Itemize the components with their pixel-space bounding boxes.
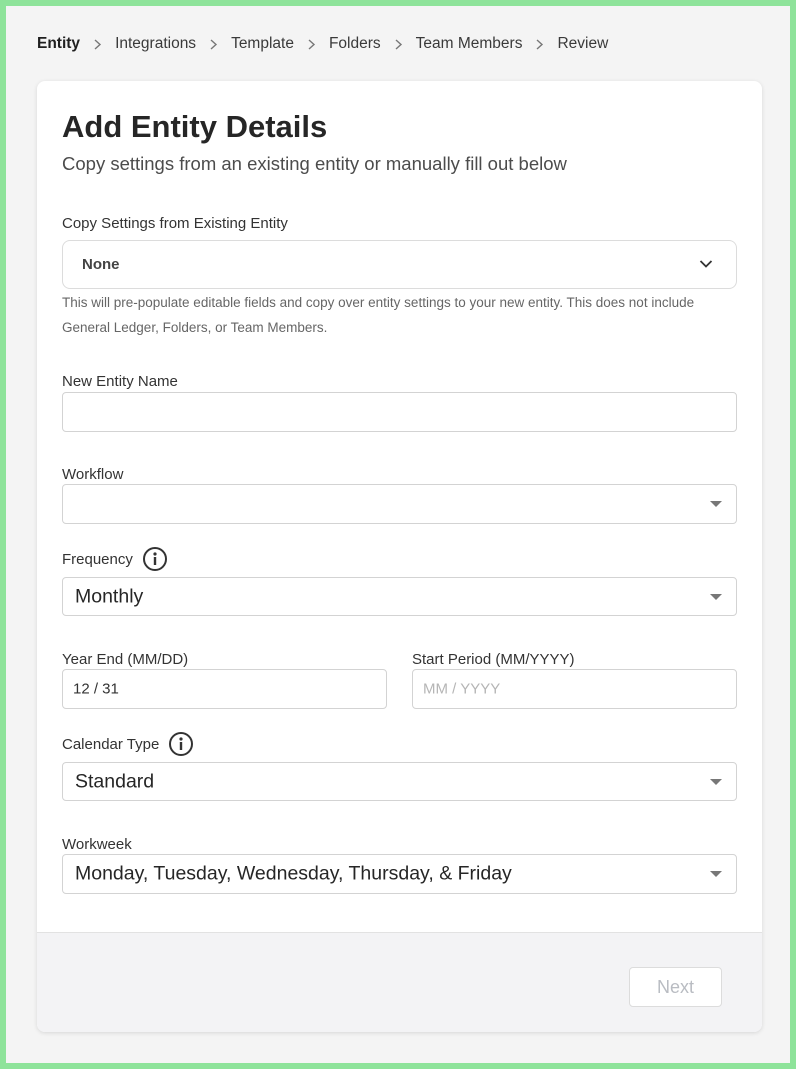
copy-settings-helper: This will pre-populate editable fields a… — [62, 295, 695, 335]
breadcrumb-item-team-members[interactable]: Team Members — [416, 35, 523, 53]
workweek-label: Workweek — [62, 836, 132, 853]
calendar-type-label: Calendar Type — [62, 735, 160, 753]
copy-settings-label: Copy Settings from Existing Entity — [62, 215, 288, 232]
workflow-label: Workflow — [62, 466, 124, 483]
workweek-dropdown[interactable]: Monday, Tuesday, Wednesday, Thursday, & … — [62, 854, 737, 894]
info-icon[interactable] — [168, 731, 194, 757]
breadcrumb: Entity Integrations Template Folders Tea… — [37, 33, 608, 55]
dropdown-caret-icon — [710, 593, 722, 600]
start-period-input[interactable]: MM / YYYY — [412, 669, 737, 709]
next-button[interactable]: Next — [629, 967, 722, 1007]
dropdown-caret-icon — [710, 501, 722, 507]
chevron-right-icon — [381, 38, 416, 50]
dropdown-caret-icon — [710, 778, 722, 785]
calendar-type-dropdown[interactable]: Standard — [62, 762, 737, 801]
workflow-dropdown[interactable] — [62, 484, 737, 524]
year-end-value: 12 / 31 — [73, 680, 119, 698]
workweek-value: Monday, Tuesday, Wednesday, Thursday, & … — [75, 862, 512, 885]
breadcrumb-item-integrations[interactable]: Integrations — [115, 35, 196, 53]
frequency-value: Monthly — [75, 585, 144, 607]
start-period-placeholder: MM / YYYY — [423, 680, 501, 698]
breadcrumb-item-review[interactable]: Review — [557, 35, 608, 53]
dropdown-caret-icon — [710, 871, 722, 877]
page-subtitle: Copy settings from an existing entity or… — [62, 153, 567, 174]
year-end-label: Year End (MM/DD) — [62, 651, 189, 668]
copy-settings-select[interactable]: None — [62, 240, 737, 289]
breadcrumb-item-folders[interactable]: Folders — [329, 35, 381, 53]
chevron-right-icon — [522, 38, 557, 50]
frequency-label: Frequency — [62, 550, 133, 568]
breadcrumb-item-entity[interactable]: Entity — [37, 35, 80, 53]
chevron-right-icon — [80, 38, 115, 50]
calendar-type-value: Standard — [75, 770, 155, 792]
frequency-label-row: Frequency — [62, 546, 168, 572]
entity-name-label: New Entity Name — [62, 373, 178, 390]
card-footer: Next — [37, 932, 762, 1032]
frequency-dropdown[interactable]: Monthly — [62, 577, 737, 616]
copy-settings-value: None — [82, 256, 120, 273]
page-title: Add Entity Details — [62, 109, 328, 144]
entity-name-input[interactable] — [62, 392, 737, 432]
entity-details-card: Add Entity Details Copy settings from an… — [37, 81, 762, 1032]
breadcrumb-item-template[interactable]: Template — [231, 35, 294, 53]
chevron-right-icon — [294, 38, 329, 50]
calendar-type-label-row: Calendar Type — [62, 731, 194, 757]
start-period-label: Start Period (MM/YYYY) — [412, 651, 575, 668]
chevron-right-icon — [196, 38, 231, 50]
year-end-input[interactable]: 12 / 31 — [62, 669, 387, 709]
chevron-down-icon — [699, 260, 713, 268]
info-icon[interactable] — [142, 546, 168, 572]
